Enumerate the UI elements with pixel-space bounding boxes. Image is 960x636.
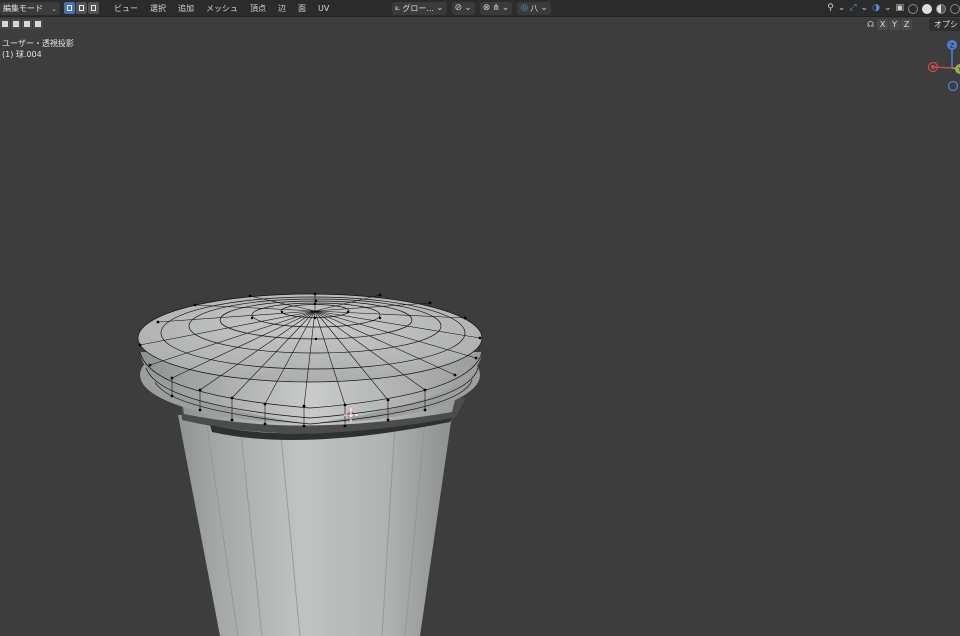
menu-mesh[interactable]: メッシュ [200,0,244,17]
navigation-gizmo[interactable]: Z Y [926,38,960,94]
snap-icon: ⊗ [482,3,491,13]
center-tools: ⟀ グロー... ⌄ ⊘ ⌄ ⊗ ⋔ ⌄ ◎ 八 ⌄ [392,2,551,15]
transform-orientation-label: グロー... [402,4,435,13]
xray-icon[interactable]: ▣ [895,2,904,15]
menu-add[interactable]: 追加 [172,0,200,17]
select-subtract-icon[interactable] [22,19,32,29]
gizmo-z-label: Z [950,43,954,50]
3d-cursor-icon [344,408,358,422]
chevron-down-icon: ⌄ [860,3,869,13]
chevron-down-icon: ⌄ [464,3,472,13]
header-menu: ビュー 選択 追加 メッシュ 頂点 辺 面 UV [108,0,335,17]
chevron-down-icon: ⌄ [501,3,510,13]
chevron-down-icon: ⌄ [540,3,548,13]
gizmo-neg-z-axis[interactable] [947,80,959,92]
menu-view[interactable]: ビュー [108,0,144,17]
proportional-edit-icon: ◎ [520,3,529,13]
material-shading-icon[interactable] [936,3,946,14]
select-extend-icon[interactable] [11,19,21,29]
menu-select[interactable]: 選択 [144,0,172,17]
chevron-down-icon: ⌄ [436,3,444,13]
tool-settings-row [0,19,43,31]
cup-body[interactable] [178,415,452,636]
right-tools: ⚲ ⌄ ⤢ ⌄ ◑ ⌄ ▣ [827,2,960,15]
chevron-down-icon: ⌄ [837,3,846,13]
solid-shading-icon[interactable] [922,3,932,14]
transform-orientation-select[interactable]: ⟀ グロー... ⌄ [392,2,447,15]
object-name: (1) 球.004 [2,50,42,59]
lid-mesh[interactable] [137,292,483,428]
menu-uv[interactable]: UV [312,0,335,17]
overlay-icon[interactable]: ◑ [872,2,880,15]
mirror-x-toggle[interactable]: X [877,19,889,30]
wireframe-shading-icon[interactable] [908,3,918,14]
mirror-icon: ☊ [867,20,875,29]
options-button[interactable]: オプシ [929,18,960,31]
transform-orientation-icon: ⟀ [395,3,401,13]
mode-select[interactable]: 編集モード ⌄ [0,2,60,15]
pivot-icon: ⊘ [454,3,463,13]
mode-label: 編集モード [3,4,43,13]
select-new-icon[interactable] [0,19,10,29]
menu-vertex[interactable]: 頂点 [244,0,272,17]
face-select-icon[interactable] [88,2,99,14]
edge-select-icon[interactable] [76,2,87,14]
visibility-icon[interactable]: ⚲ [827,2,834,15]
view-name: ユーザー・透視投影 [2,39,74,48]
snap-toggle[interactable]: ⊗ ⋔ ⌄ [479,2,513,15]
proportional-label: 八 [530,4,539,13]
select-mode-group [64,2,99,14]
select-intersect-icon[interactable] [33,19,43,29]
viewport-info: ユーザー・透視投影 (1) 球.004 [2,38,74,60]
mirror-y-toggle[interactable]: Y [889,19,901,30]
gizmo-icon[interactable]: ⤢ [849,2,856,15]
proportional-edit-toggle[interactable]: ◎ 八 ⌄ [517,2,551,15]
mirror-z-toggle[interactable]: Z [901,19,913,30]
vertex-select-icon[interactable] [64,2,75,14]
viewport-3d[interactable] [0,0,960,636]
viewport-header: 編集モード ⌄ ビュー 選択 追加 メッシュ 頂点 辺 面 UV ⟀ グロー..… [0,0,960,17]
rendered-shading-icon[interactable] [950,3,960,14]
snap-target-icon: ⋔ [492,3,500,13]
menu-face[interactable]: 面 [292,0,312,17]
mirror-axis-toggles: ☊ X Y Z [865,19,913,30]
chevron-down-icon: ⌄ [883,3,892,13]
menu-edge[interactable]: 辺 [272,0,292,17]
pivot-select[interactable]: ⊘ ⌄ [451,2,475,15]
chevron-down-icon: ⌄ [51,4,57,13]
